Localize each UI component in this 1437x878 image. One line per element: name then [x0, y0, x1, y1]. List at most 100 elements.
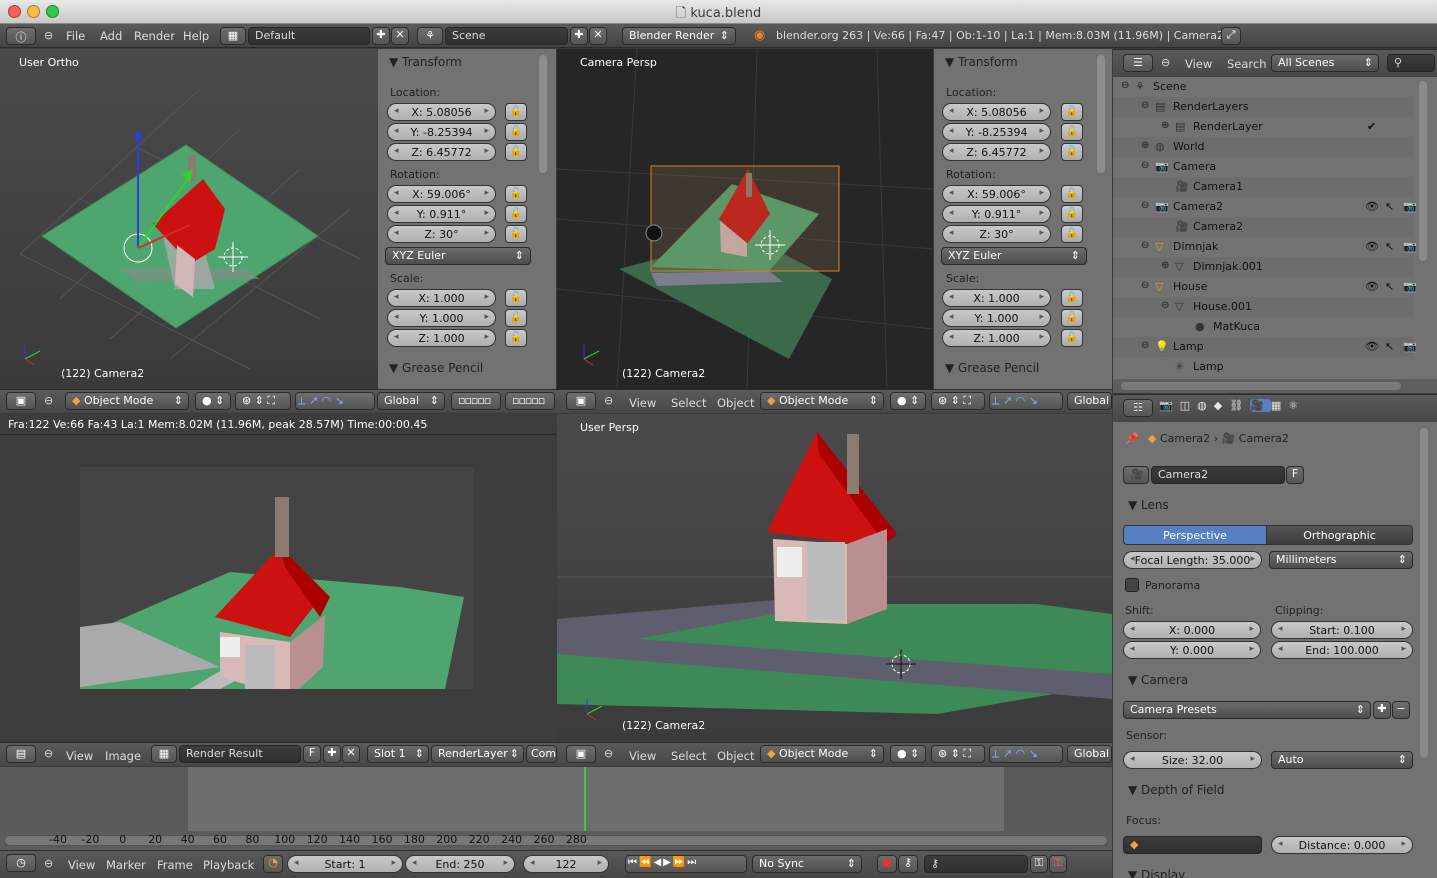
- unlink-image-button[interactable]: ✕: [342, 745, 360, 763]
- lock-icon[interactable]: 🔓: [505, 309, 527, 327]
- outliner-item-label[interactable]: Camera2: [1193, 220, 1243, 233]
- rotation-y-field[interactable]: Y: 0.911°: [942, 205, 1051, 223]
- outliner-row[interactable]: ⊕ ▽ Dimnjak.001: [1113, 257, 1413, 277]
- outliner-row[interactable]: ⊖ ▤ RenderLayers: [1113, 97, 1413, 117]
- render-engine-select[interactable]: Blender Render ⇕: [622, 27, 736, 45]
- playback-controls[interactable]: ⏮⏪◀▶⏩⏭: [625, 855, 747, 873]
- outliner-row[interactable]: 🎥 Camera2: [1113, 217, 1413, 237]
- menu-view[interactable]: View: [66, 749, 93, 763]
- outliner-item-label[interactable]: Lamp: [1193, 360, 1224, 373]
- lock-icon[interactable]: 🔓: [1061, 225, 1083, 243]
- lock-icon[interactable]: 🔓: [505, 185, 527, 203]
- pin-icon[interactable]: 📌: [1125, 432, 1139, 445]
- lock-icon[interactable]: 🔓: [1061, 289, 1083, 307]
- layers-buttons-2[interactable]: ▫▫▫▫▫: [505, 392, 555, 410]
- mode-select[interactable]: ◆ Object Mode ⇕: [65, 392, 189, 410]
- renderability-camera-icon[interactable]: 📷: [1403, 240, 1417, 253]
- mode-select[interactable]: ◆ Object Mode ⇕: [760, 745, 884, 763]
- outliner-item-label[interactable]: Camera: [1173, 160, 1216, 173]
- menu-view[interactable]: View: [629, 396, 656, 410]
- lock-icon[interactable]: 🔓: [1061, 205, 1083, 223]
- keying-set-field[interactable]: ⚷: [924, 855, 1028, 873]
- rotation-z-field[interactable]: Z: 30°: [387, 225, 496, 243]
- visibility-eye-icon[interactable]: 👁: [1365, 200, 1379, 213]
- new-image-button[interactable]: ✚: [323, 745, 341, 763]
- lock-icon[interactable]: 🔓: [1061, 185, 1083, 203]
- editor-type-button[interactable]: ▣: [566, 392, 596, 410]
- display-mode-select[interactable]: All Scenes ⇕: [1271, 54, 1379, 72]
- outliner-item-label[interactable]: Camera2: [1173, 200, 1223, 213]
- location-x-field[interactable]: X: 5.08056: [387, 103, 496, 121]
- menu-frame[interactable]: Frame: [157, 858, 193, 872]
- scale-z-field[interactable]: Z: 1.000: [387, 329, 496, 347]
- orientation-select[interactable]: Global ⇕: [377, 392, 445, 410]
- outliner-row[interactable]: ⊖ ▽ House 👁 ↖ 📷: [1113, 277, 1417, 297]
- panel-scrollbar[interactable]: [539, 55, 547, 173]
- sync-mode-select[interactable]: No Sync ⇕: [752, 855, 862, 873]
- render-pass-select[interactable]: Comb: [526, 745, 557, 763]
- location-y-field[interactable]: Y: -8.25394: [387, 123, 496, 141]
- expand-toggle-icon[interactable]: ⊕: [1141, 140, 1149, 151]
- lock-icon[interactable]: 🔓: [1061, 123, 1083, 141]
- world-tab-icon[interactable]: ◍: [1197, 399, 1214, 412]
- delete-keyframe-icon[interactable]: ⚿: [1049, 855, 1067, 873]
- outliner-item-label[interactable]: Dimnjak: [1173, 240, 1218, 253]
- pivot-point-select[interactable]: ⊛ ⇕ ⛶: [931, 745, 985, 763]
- manipulator-buttons[interactable]: ⟂ ↗ ◠ ↘: [295, 392, 375, 410]
- insert-keyframe-icon[interactable]: ⚿: [1030, 855, 1048, 873]
- object-tab-icon[interactable]: ◆: [1214, 399, 1229, 412]
- collapse-menu-icon[interactable]: ⊖: [604, 394, 613, 407]
- add-screen-button[interactable]: ✚: [372, 27, 390, 45]
- grease-pencil-title[interactable]: ▼ Grease Pencil: [389, 361, 483, 375]
- layers-tab-icon[interactable]: ◫: [1180, 399, 1197, 412]
- lock-icon[interactable]: 🔓: [1061, 143, 1083, 161]
- outliner-row[interactable]: ⊖ 📷 Camera2 👁 ↖ 📷: [1113, 197, 1417, 217]
- camera-presets-select[interactable]: Camera Presets ⇕: [1123, 701, 1371, 719]
- end-frame-field[interactable]: End: 250: [405, 855, 515, 873]
- orientation-select[interactable]: Global: [1067, 392, 1112, 410]
- rotation-mode-select[interactable]: XYZ Euler ⇕: [385, 247, 531, 265]
- camera-tab-icon[interactable]: 🎥: [1250, 399, 1271, 412]
- camera-browse-button[interactable]: 🎥: [1123, 466, 1149, 484]
- location-x-field[interactable]: X: 5.08056: [942, 103, 1051, 121]
- properties-scrollbar[interactable]: [1420, 428, 1428, 758]
- location-z-field[interactable]: Z: 6.45772: [387, 143, 496, 161]
- record-icon[interactable]: ●: [877, 855, 897, 873]
- transform-panel-title[interactable]: ▼ Transform: [945, 55, 1018, 69]
- rotation-mode-select[interactable]: XYZ Euler ⇕: [941, 247, 1087, 265]
- menu-search[interactable]: Search: [1227, 57, 1267, 71]
- search-input[interactable]: ⚲: [1387, 54, 1435, 72]
- panorama-checkbox[interactable]: [1125, 578, 1139, 592]
- image-name-field[interactable]: Render Result: [179, 745, 301, 763]
- expand-toggle-icon[interactable]: ⊕: [1161, 120, 1169, 131]
- focal-length-field[interactable]: Focal Length: 35.000: [1123, 551, 1262, 569]
- outliner-row[interactable]: ✳ Lamp: [1113, 357, 1413, 377]
- editor-type-button[interactable]: ☷: [1123, 399, 1153, 417]
- context-tabs[interactable]: 📷◫◍◆⛓🎥▦⚛: [1159, 399, 1355, 419]
- menu-view[interactable]: View: [68, 858, 95, 872]
- expand-toggle-icon[interactable]: ⊖: [1141, 280, 1149, 291]
- scale-x-field[interactable]: X: 1.000: [942, 289, 1051, 307]
- camera-name-field[interactable]: Camera2: [1151, 466, 1285, 484]
- menu-view[interactable]: View: [1185, 57, 1212, 71]
- menu-image[interactable]: Image: [105, 749, 141, 763]
- camera-panel-title[interactable]: ▼ Camera: [1128, 673, 1188, 687]
- outliner-row[interactable]: ● MatKuca: [1113, 317, 1413, 337]
- menu-select[interactable]: Select: [671, 396, 706, 410]
- menu-object[interactable]: Object: [717, 396, 754, 410]
- visibility-eye-icon[interactable]: 👁: [1365, 280, 1379, 293]
- expand-toggle-icon[interactable]: ⊖: [1141, 200, 1149, 211]
- collapse-menu-icon[interactable]: ⊖: [44, 394, 53, 407]
- outliner-item-label[interactable]: World: [1173, 140, 1205, 153]
- outliner-item-label[interactable]: Lamp: [1173, 340, 1204, 353]
- delete-scene-button[interactable]: ✕: [589, 27, 607, 45]
- rotation-y-field[interactable]: Y: 0.911°: [387, 205, 496, 223]
- lens-panel-title[interactable]: ▼ Lens: [1128, 498, 1169, 512]
- menu-playback[interactable]: Playback: [203, 858, 254, 872]
- outliner-row[interactable]: ⊕ ◍ World: [1113, 137, 1413, 157]
- expand-toggle-icon[interactable]: ⊖: [1141, 340, 1149, 351]
- fullscreen-toggle-button[interactable]: ⤢: [1221, 27, 1241, 45]
- location-z-field[interactable]: Z: 6.45772: [942, 143, 1051, 161]
- lock-icon[interactable]: 🔓: [505, 103, 527, 121]
- expand-toggle-icon[interactable]: ⊖: [1141, 100, 1149, 111]
